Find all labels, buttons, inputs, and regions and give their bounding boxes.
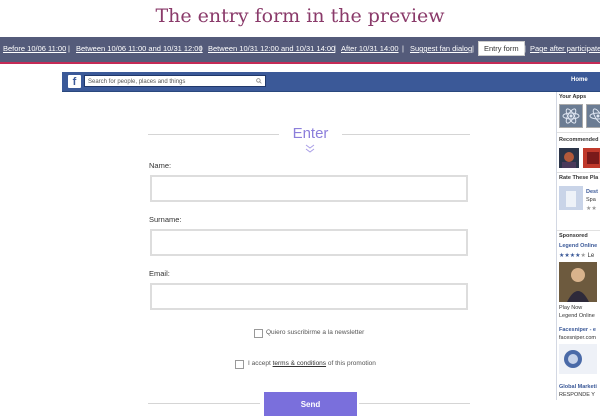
nav-item-page-after-participate[interactable]: Page after participate <box>530 44 600 53</box>
rating-stars[interactable]: ★★ <box>586 205 597 212</box>
ad-image[interactable] <box>559 262 597 302</box>
send-button[interactable]: Send <box>264 392 357 416</box>
ad-url: facesniper.com <box>559 335 596 341</box>
game-thumbnail-icon[interactable] <box>583 148 600 168</box>
nav-separator: | <box>68 44 70 53</box>
ad-title[interactable]: Facesniper - e <box>559 327 596 333</box>
terms-label: I accept terms & conditions of this prom… <box>248 360 376 367</box>
ad-play-now[interactable]: Play Now <box>559 305 582 311</box>
recommended-heading: Recommended <box>559 137 599 143</box>
facebook-right-sidebar: Your Apps Recommended Rate These Pla Des… <box>556 92 600 400</box>
game-thumbnail-icon[interactable] <box>559 148 579 168</box>
search-placeholder: Search for people, places and things <box>88 79 186 85</box>
send-divider-left <box>148 403 260 404</box>
ad-rating-text: Le <box>587 253 595 259</box>
entry-form: Enter Name: Surname: Email: Quiero suscr… <box>62 92 555 416</box>
surname-label: Surname: <box>149 215 182 224</box>
react-app-icon[interactable] <box>559 104 583 128</box>
nav-separator: | <box>334 44 336 53</box>
ad-title[interactable]: Legend Online <box>559 243 597 249</box>
your-apps-heading: Your Apps <box>559 94 587 100</box>
preview-nav-bar: Before 10/06 11:00 | Between 10/06 11:00… <box>0 37 600 64</box>
nav-item-between-2[interactable]: Between 10/31 12:00 and 10/31 14:00 <box>208 44 335 53</box>
rate-item-subtitle: Spa <box>586 197 596 203</box>
facebook-logo-icon[interactable]: f <box>68 75 81 88</box>
ad-image[interactable] <box>559 344 597 374</box>
rate-item-title[interactable]: Dest <box>586 189 598 195</box>
email-field[interactable] <box>150 283 468 310</box>
terms-prefix: I accept <box>248 360 271 367</box>
name-label: Name: <box>149 161 172 170</box>
sidebar-divider <box>557 230 600 231</box>
facebook-top-bar: f Search for people, places and things H… <box>62 72 600 92</box>
rate-places-heading: Rate These Pla <box>559 175 599 181</box>
title-divider-right <box>342 134 470 135</box>
ad-rating-stars: ★★★★★ Le <box>559 253 595 259</box>
send-divider-right <box>359 403 470 404</box>
terms-checkbox[interactable] <box>235 360 244 369</box>
sidebar-divider <box>557 132 600 133</box>
react-app-icon[interactable] <box>586 104 600 128</box>
ad-subtitle: RESPONDE Y <box>559 392 595 398</box>
place-thumbnail-icon[interactable] <box>559 186 583 210</box>
facebook-preview-frame: f Search for people, places and things H… <box>62 72 600 416</box>
facebook-home-link[interactable]: Home <box>571 77 588 83</box>
nav-separator: | <box>472 44 474 53</box>
nav-item-after[interactable]: After 10/31 14:00 <box>341 44 399 53</box>
atom-icon <box>562 108 580 124</box>
nav-item-between-1[interactable]: Between 10/06 11:00 and 10/31 12:00 <box>76 44 203 53</box>
newsletter-label: Quiero suscribirme a la newsletter <box>266 329 365 336</box>
surname-field[interactable] <box>150 229 468 256</box>
terms-suffix: of this promotion <box>327 360 376 367</box>
nav-separator: | <box>402 44 404 53</box>
ad-title[interactable]: Global Marketi <box>559 384 597 390</box>
title-divider-left <box>148 134 279 135</box>
nav-item-suggest-fan-dialog[interactable]: Suggest fan dialog <box>410 44 472 53</box>
double-chevron-down-icon <box>305 144 315 153</box>
form-title: Enter <box>292 125 329 142</box>
sidebar-divider <box>557 172 600 173</box>
newsletter-checkbox[interactable] <box>254 329 263 338</box>
nav-separator: | <box>524 44 526 53</box>
name-field[interactable] <box>150 175 468 202</box>
nav-separator: | <box>200 44 202 53</box>
email-label: Email: <box>149 269 170 278</box>
search-icon[interactable] <box>256 78 262 84</box>
terms-conditions-link[interactable]: terms & conditions <box>273 360 326 367</box>
ad-play-sub: Legend Online <box>559 313 595 319</box>
nav-item-before[interactable]: Before 10/06 11:00 <box>3 44 66 53</box>
nav-item-entry-form[interactable]: Entry form <box>478 41 525 56</box>
sponsored-heading: Sponsored <box>559 233 588 239</box>
page-caption: The entry form in the preview <box>155 5 445 27</box>
facebook-search-input[interactable]: Search for people, places and things <box>84 75 266 87</box>
atom-icon <box>589 108 600 124</box>
